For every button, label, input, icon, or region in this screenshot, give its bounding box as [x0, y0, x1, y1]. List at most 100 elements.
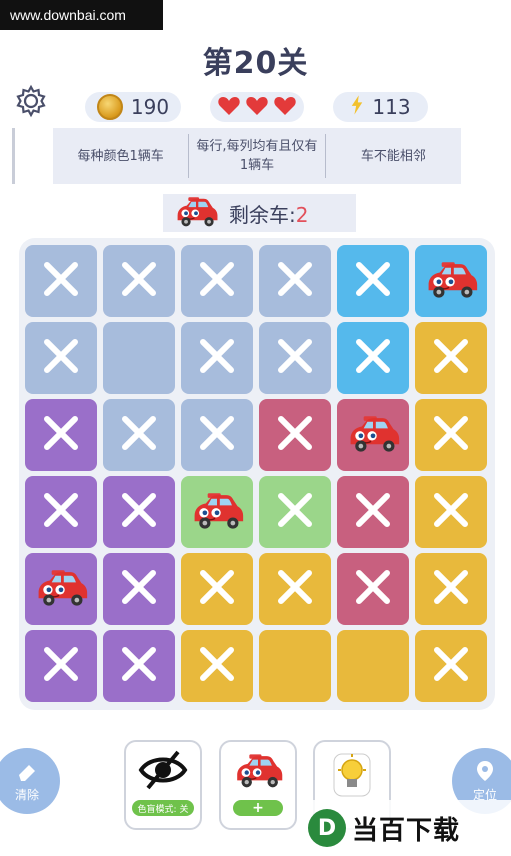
- brand-logo-icon: D: [308, 809, 346, 847]
- board-cell[interactable]: [181, 399, 253, 471]
- heart-icon: [245, 94, 269, 121]
- red-car-icon: [423, 257, 479, 305]
- cross-mark-icon: [273, 411, 317, 459]
- board-cell[interactable]: [181, 476, 253, 548]
- board-cell[interactable]: [259, 553, 331, 625]
- clear-button[interactable]: 清除: [0, 748, 60, 814]
- board-cell[interactable]: [415, 553, 487, 625]
- add-car-button[interactable]: +: [219, 740, 297, 830]
- board-cell[interactable]: [25, 630, 97, 702]
- cross-mark-icon: [351, 334, 395, 382]
- eye-slash-icon: [138, 750, 188, 794]
- colorblind-status: 色盲模式: 关: [131, 800, 195, 816]
- board-cell[interactable]: [259, 322, 331, 394]
- colorblind-mode-button[interactable]: 色盲模式: 关: [124, 740, 202, 830]
- cross-mark-icon: [39, 642, 83, 690]
- board-cell[interactable]: [103, 630, 175, 702]
- cross-mark-icon: [273, 334, 317, 382]
- board-cell[interactable]: [25, 245, 97, 317]
- cross-mark-icon: [429, 488, 473, 536]
- brand-watermark: D 当百下载: [300, 800, 511, 856]
- board-cell[interactable]: [337, 630, 409, 702]
- cross-mark-icon: [39, 488, 83, 536]
- cross-mark-icon: [39, 334, 83, 382]
- board-cell[interactable]: [337, 476, 409, 548]
- cross-mark-icon: [351, 565, 395, 613]
- level-title: 第20关: [202, 46, 309, 81]
- board-cell[interactable]: [103, 476, 175, 548]
- cross-mark-icon: [273, 565, 317, 613]
- cross-mark-icon: [273, 257, 317, 305]
- rule-not-adjacent: 车不能相邻: [360, 148, 426, 164]
- rules-edge: [12, 128, 15, 184]
- cross-mark-icon: [429, 642, 473, 690]
- board-cell[interactable]: [103, 553, 175, 625]
- board-cell[interactable]: [415, 476, 487, 548]
- cross-mark-icon: [117, 642, 161, 690]
- board-cell[interactable]: [415, 630, 487, 702]
- energy-value: 113: [372, 95, 411, 119]
- red-car-icon: [33, 565, 89, 613]
- energy-counter: 113: [333, 92, 428, 122]
- board-cell[interactable]: [337, 553, 409, 625]
- lightning-icon: [350, 94, 364, 120]
- heart-icon: [273, 94, 297, 121]
- add-plus: +: [233, 800, 283, 816]
- cross-mark-icon: [117, 488, 161, 536]
- lives-counter: [210, 92, 304, 122]
- board-cell[interactable]: [415, 245, 487, 317]
- board-cell[interactable]: [25, 553, 97, 625]
- cross-mark-icon: [117, 565, 161, 613]
- cross-mark-icon: [39, 257, 83, 305]
- remaining-cars-panel: 剩余车:2: [163, 194, 356, 232]
- cross-mark-icon: [117, 411, 161, 459]
- board-cell[interactable]: [103, 322, 175, 394]
- board-cell[interactable]: [103, 399, 175, 471]
- cross-mark-icon: [351, 257, 395, 305]
- board-cell[interactable]: [337, 322, 409, 394]
- cross-mark-icon: [429, 334, 473, 382]
- board-cell[interactable]: [25, 476, 97, 548]
- clear-label: 清除: [14, 788, 39, 802]
- red-car-icon: [173, 194, 219, 232]
- red-car-icon: [189, 488, 245, 536]
- board-cell[interactable]: [103, 245, 175, 317]
- watermark-banner: www.downbai.com: [0, 0, 163, 30]
- brand-text: 当百下载: [352, 815, 461, 846]
- board-cell[interactable]: [337, 245, 409, 317]
- cross-mark-icon: [429, 411, 473, 459]
- board-cell[interactable]: [25, 322, 97, 394]
- board-cell[interactable]: [415, 399, 487, 471]
- puzzle-board: [19, 238, 495, 710]
- cross-mark-icon: [351, 488, 395, 536]
- cross-mark-icon: [195, 642, 239, 690]
- board-cell[interactable]: [259, 245, 331, 317]
- board-cell[interactable]: [181, 322, 253, 394]
- rule-one-per-color: 每种颜色1辆车: [77, 148, 164, 164]
- heart-icon: [217, 94, 241, 121]
- board-cell[interactable]: [259, 476, 331, 548]
- rule-one-per-row-col: 每行,每列均有且仅有1辆车: [196, 139, 318, 173]
- red-car-icon: [345, 411, 401, 459]
- board-cell[interactable]: [181, 553, 253, 625]
- board-cell[interactable]: [181, 630, 253, 702]
- cross-mark-icon: [195, 334, 239, 382]
- board-cell[interactable]: [259, 399, 331, 471]
- cross-mark-icon: [195, 257, 239, 305]
- coins-value: 190: [130, 95, 170, 119]
- board-cell[interactable]: [415, 322, 487, 394]
- cross-mark-icon: [429, 565, 473, 613]
- coins-counter: 190: [85, 92, 181, 122]
- cross-mark-icon: [195, 411, 239, 459]
- cross-mark-icon: [273, 488, 317, 536]
- board-cell[interactable]: [259, 630, 331, 702]
- remaining-count: 2: [295, 202, 309, 227]
- board-cell[interactable]: [337, 399, 409, 471]
- location-pin-icon: [473, 759, 497, 786]
- board-cell[interactable]: [25, 399, 97, 471]
- remaining-label-text: 剩余车:: [229, 202, 296, 227]
- board-cell[interactable]: [181, 245, 253, 317]
- settings-gear-icon[interactable]: [14, 84, 48, 118]
- rules-panel: 每种颜色1辆车 每行,每列均有且仅有1辆车 车不能相邻: [53, 128, 461, 184]
- cross-mark-icon: [195, 565, 239, 613]
